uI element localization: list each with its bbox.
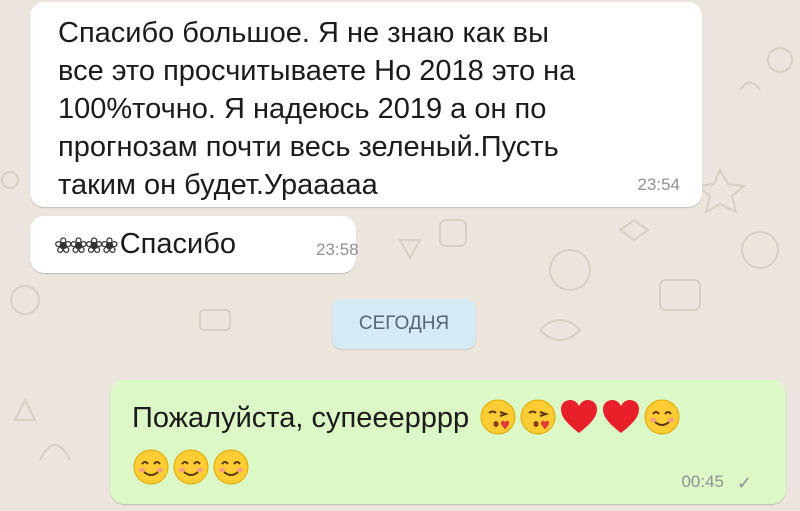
message-timestamp: 23:58 [316, 240, 359, 259]
red-heart-icon [601, 398, 641, 446]
message-bubble-incoming[interactable]: Спасибо большое. Я не знаю как вы все эт… [30, 2, 702, 207]
smiling-face-icon [132, 448, 170, 496]
smiling-face-icon [643, 398, 681, 446]
red-heart-icon [559, 398, 599, 446]
message-text: Спасибо [119, 228, 236, 260]
smiling-face-icon [212, 448, 250, 496]
sent-check-icon: ✓ [736, 473, 752, 493]
message-text: Спасибо большое. Я не знаю как вы все эт… [58, 17, 576, 201]
kissing-face-with-heart-icon [479, 398, 517, 446]
message-bubble-outgoing[interactable]: Пожалуйста, супееерррр 00:45 ✓ [110, 380, 786, 504]
date-divider: СЕГОДНЯ [332, 299, 476, 349]
flower-emoji: ❀❀❀❀ [54, 233, 119, 258]
message-timestamp: 23:54 [637, 175, 680, 194]
message-text: Пожалуйста, супееерррр [132, 402, 470, 434]
message-bubble-incoming[interactable]: ❀❀❀❀ Спасибо 23:58 [30, 216, 359, 273]
smiling-face-icon [172, 448, 210, 496]
message-timestamp: 00:45 [681, 472, 724, 491]
kissing-face-with-heart-icon [519, 398, 557, 446]
